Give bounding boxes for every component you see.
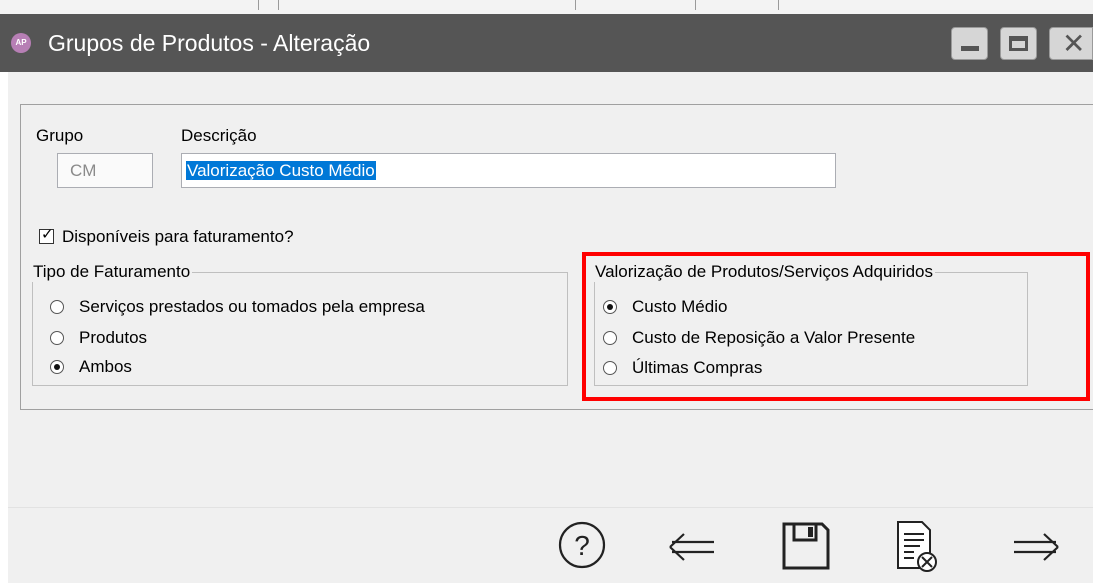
strip-divider [778, 0, 779, 10]
window-left-edge [0, 72, 8, 582]
close-icon: ✕ [1062, 28, 1086, 59]
checkmark-icon: ✓ [41, 226, 54, 243]
back-arrow-icon[interactable] [666, 520, 720, 574]
radio-produtos[interactable] [50, 331, 64, 345]
grupo-value: CM [70, 161, 97, 180]
app-logo-icon: AP [11, 33, 31, 53]
radio-ambos[interactable] [50, 360, 64, 374]
window-titlebar[interactable]: AP Grupos de Produtos - Alteração ✕ [0, 14, 1093, 72]
cancel-document-icon[interactable] [890, 518, 944, 576]
descricao-label: Descrição [181, 126, 257, 145]
background-app-strip [0, 0, 1093, 15]
svg-text:?: ? [574, 530, 590, 561]
faturamento-checkbox-label[interactable]: Disponíveis para faturamento? [62, 227, 294, 247]
radio-servicos-label[interactable]: Serviços prestados ou tomados pela empre… [79, 297, 425, 317]
strip-divider [695, 0, 696, 10]
highlight-box [582, 252, 1090, 401]
strip-divider [258, 0, 259, 10]
descricao-value: Valorização Custo Médio [186, 161, 376, 180]
maximize-button[interactable] [1000, 27, 1037, 60]
help-icon[interactable]: ? [555, 518, 609, 572]
minimize-icon [961, 46, 979, 51]
strip-divider [278, 0, 279, 10]
radio-ambos-label[interactable]: Ambos [79, 357, 132, 377]
radio-servicos[interactable] [50, 300, 64, 314]
bottom-toolbar: ? [8, 507, 1093, 583]
faturamento-checkbox[interactable]: ✓ [39, 226, 54, 244]
descricao-field[interactable]: Valorização Custo Médio [181, 153, 836, 188]
maximize-icon [1009, 36, 1028, 51]
strip-divider [575, 0, 576, 10]
save-icon[interactable] [778, 518, 834, 574]
close-button[interactable]: ✕ [1049, 27, 1093, 60]
tipo-faturamento-title: Tipo de Faturamento [31, 262, 193, 282]
grupo-label: Grupo [36, 126, 84, 145]
minimize-button[interactable] [951, 27, 988, 60]
forward-arrow-icon[interactable] [1008, 520, 1062, 574]
radio-produtos-label[interactable]: Produtos [79, 328, 147, 348]
grupo-field[interactable]: CM [57, 153, 153, 188]
window-title: Grupos de Produtos - Alteração [48, 30, 371, 56]
